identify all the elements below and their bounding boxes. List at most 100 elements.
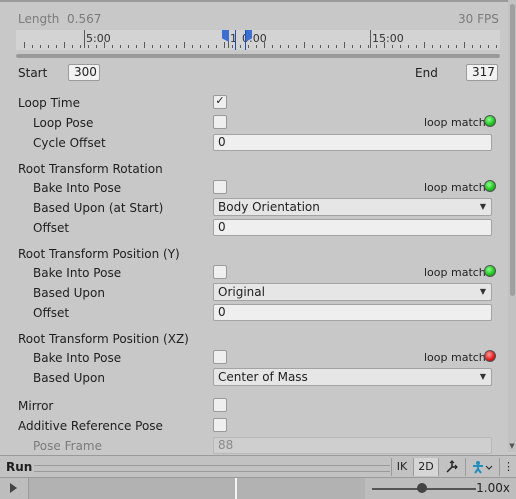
timeline-tick: [336, 45, 337, 48]
pivot-icon: [446, 460, 458, 473]
timeline-label-5: 5:00: [86, 32, 111, 45]
speed-value: 1.00x: [476, 481, 510, 495]
position-y-offset-label: Offset: [33, 306, 70, 320]
timeline-tick: [128, 45, 129, 48]
timeline-tick: [80, 45, 81, 48]
timeline-tick: [472, 45, 473, 48]
timeline-tick: [416, 45, 417, 48]
timeline-tick: [216, 45, 217, 48]
timeline-tick: [368, 45, 369, 48]
dropdown-arrow-icon: ▼: [479, 287, 486, 296]
position-y-offset-field[interactable]: 0: [213, 304, 492, 321]
timeline-tick: [152, 45, 153, 48]
timeline-label-15: 15:00: [372, 32, 404, 45]
timeline-tick: [304, 42, 305, 48]
pose-frame-label: Pose Frame: [33, 439, 102, 453]
position-xz-bake-label: Bake Into Pose: [33, 351, 122, 365]
timeline-tick: [288, 45, 289, 48]
scroll-down-icon[interactable]: ▼: [509, 442, 515, 450]
timeline-tick: [32, 45, 33, 48]
start-field[interactable]: 300: [68, 64, 100, 81]
position-xz-match-label: loop match: [424, 351, 486, 364]
pivot-toggle-button[interactable]: [438, 458, 465, 476]
position-y-bake-label: Bake Into Pose: [33, 266, 122, 280]
cycle-offset-field[interactable]: 0: [213, 134, 492, 151]
timeline-scroll-bar[interactable]: [16, 54, 500, 58]
timeline-tick: [376, 45, 377, 48]
rotation-offset-label: Offset: [33, 221, 70, 235]
additive-label: Additive Reference Pose: [18, 419, 163, 433]
timeline-tick: [224, 42, 225, 48]
timeline-tick: [496, 45, 497, 48]
scrollbar-thumb[interactable]: [510, 4, 515, 296]
position-y-based-dropdown[interactable]: Original ▼: [213, 283, 492, 301]
start-marker[interactable]: [222, 30, 229, 42]
position-xz-status-icon: [484, 350, 496, 362]
timeline-tick: [480, 45, 481, 48]
timeline-tick: [392, 45, 393, 48]
preview-scrubber[interactable]: [29, 478, 365, 499]
loop-time-checkbox[interactable]: ✓: [213, 94, 227, 109]
timeline-tick: [432, 45, 433, 48]
position-xz-based-dropdown[interactable]: Center of Mass ▼: [213, 368, 492, 386]
timeline-tick: [232, 45, 233, 48]
end-field[interactable]: 317: [466, 64, 498, 81]
ik-toggle-button[interactable]: IK: [391, 458, 412, 476]
rotation-based-label: Based Upon (at Start): [33, 201, 164, 215]
timeline-tick: [208, 45, 209, 48]
timeline-tick: [400, 45, 401, 48]
timeline-tick: [88, 45, 89, 48]
cycle-offset-label: Cycle Offset: [33, 136, 106, 150]
rotation-status-icon: [484, 180, 496, 192]
position-y-match-label: loop match: [424, 266, 486, 279]
timeline-tick: [448, 45, 449, 48]
scrub-playhead[interactable]: [235, 478, 237, 499]
preview-drag-grip[interactable]: [34, 465, 390, 472]
timeline-tick: [64, 42, 65, 48]
avatar-selector-button[interactable]: [465, 458, 498, 476]
timeline-tick: [184, 42, 185, 48]
speed-slider-knob[interactable]: [417, 483, 427, 493]
position-xz-title: Root Transform Position (XZ): [18, 332, 189, 346]
panel-top-border: [0, 0, 516, 2]
timeline-tick: [352, 45, 353, 48]
timeline-tick: [176, 45, 177, 48]
preview-playback-bar: 1.00x: [0, 477, 516, 499]
play-button[interactable]: [0, 478, 29, 499]
rotation-based-dropdown[interactable]: Body Orientation ▼: [213, 198, 492, 216]
rotation-offset-field[interactable]: 0: [213, 219, 492, 236]
end-marker-line: [245, 30, 246, 50]
timeline-tick: [200, 45, 201, 48]
rotation-bake-checkbox[interactable]: [213, 180, 227, 194]
rotation-based-value: Body Orientation: [218, 200, 320, 214]
dropdown-arrow-icon: ▼: [479, 202, 486, 211]
mirror-label: Mirror: [18, 399, 54, 413]
fps-label: 30 FPS: [458, 12, 499, 26]
position-y-bake-checkbox[interactable]: [213, 265, 227, 279]
dropdown-arrow-icon: ▼: [479, 372, 486, 381]
timeline-tick: [488, 45, 489, 48]
timeline-tick: [464, 42, 465, 48]
2d-toggle-button[interactable]: 2D: [413, 458, 438, 476]
loop-time-label: Loop Time: [18, 96, 80, 110]
rotation-bake-label: Bake Into Pose: [33, 181, 122, 195]
mirror-checkbox[interactable]: [213, 398, 227, 412]
timeline-tick: [40, 45, 41, 48]
timeline-tick: [296, 45, 297, 48]
position-xz-based-value: Center of Mass: [218, 370, 308, 384]
additive-checkbox[interactable]: [213, 418, 227, 432]
position-y-based-label: Based Upon: [33, 286, 105, 300]
start-label: Start: [18, 66, 48, 80]
loop-pose-match-label: loop match: [424, 116, 486, 129]
check-icon: ✓: [215, 94, 225, 107]
position-xz-bake-checkbox[interactable]: [213, 350, 227, 364]
loop-pose-checkbox[interactable]: [213, 115, 227, 129]
timeline-tick: [256, 45, 257, 48]
clip-timeline[interactable]: 5:00 1 0:00 15:00: [16, 30, 500, 50]
position-xz-based-label: Based Upon: [33, 371, 105, 385]
timeline-tick: [96, 45, 97, 48]
timeline-tick: [408, 45, 409, 48]
more-menu-icon[interactable]: ⋮: [499, 458, 516, 476]
position-y-title: Root Transform Position (Y): [18, 247, 180, 261]
timeline-major-tick: [370, 30, 371, 48]
